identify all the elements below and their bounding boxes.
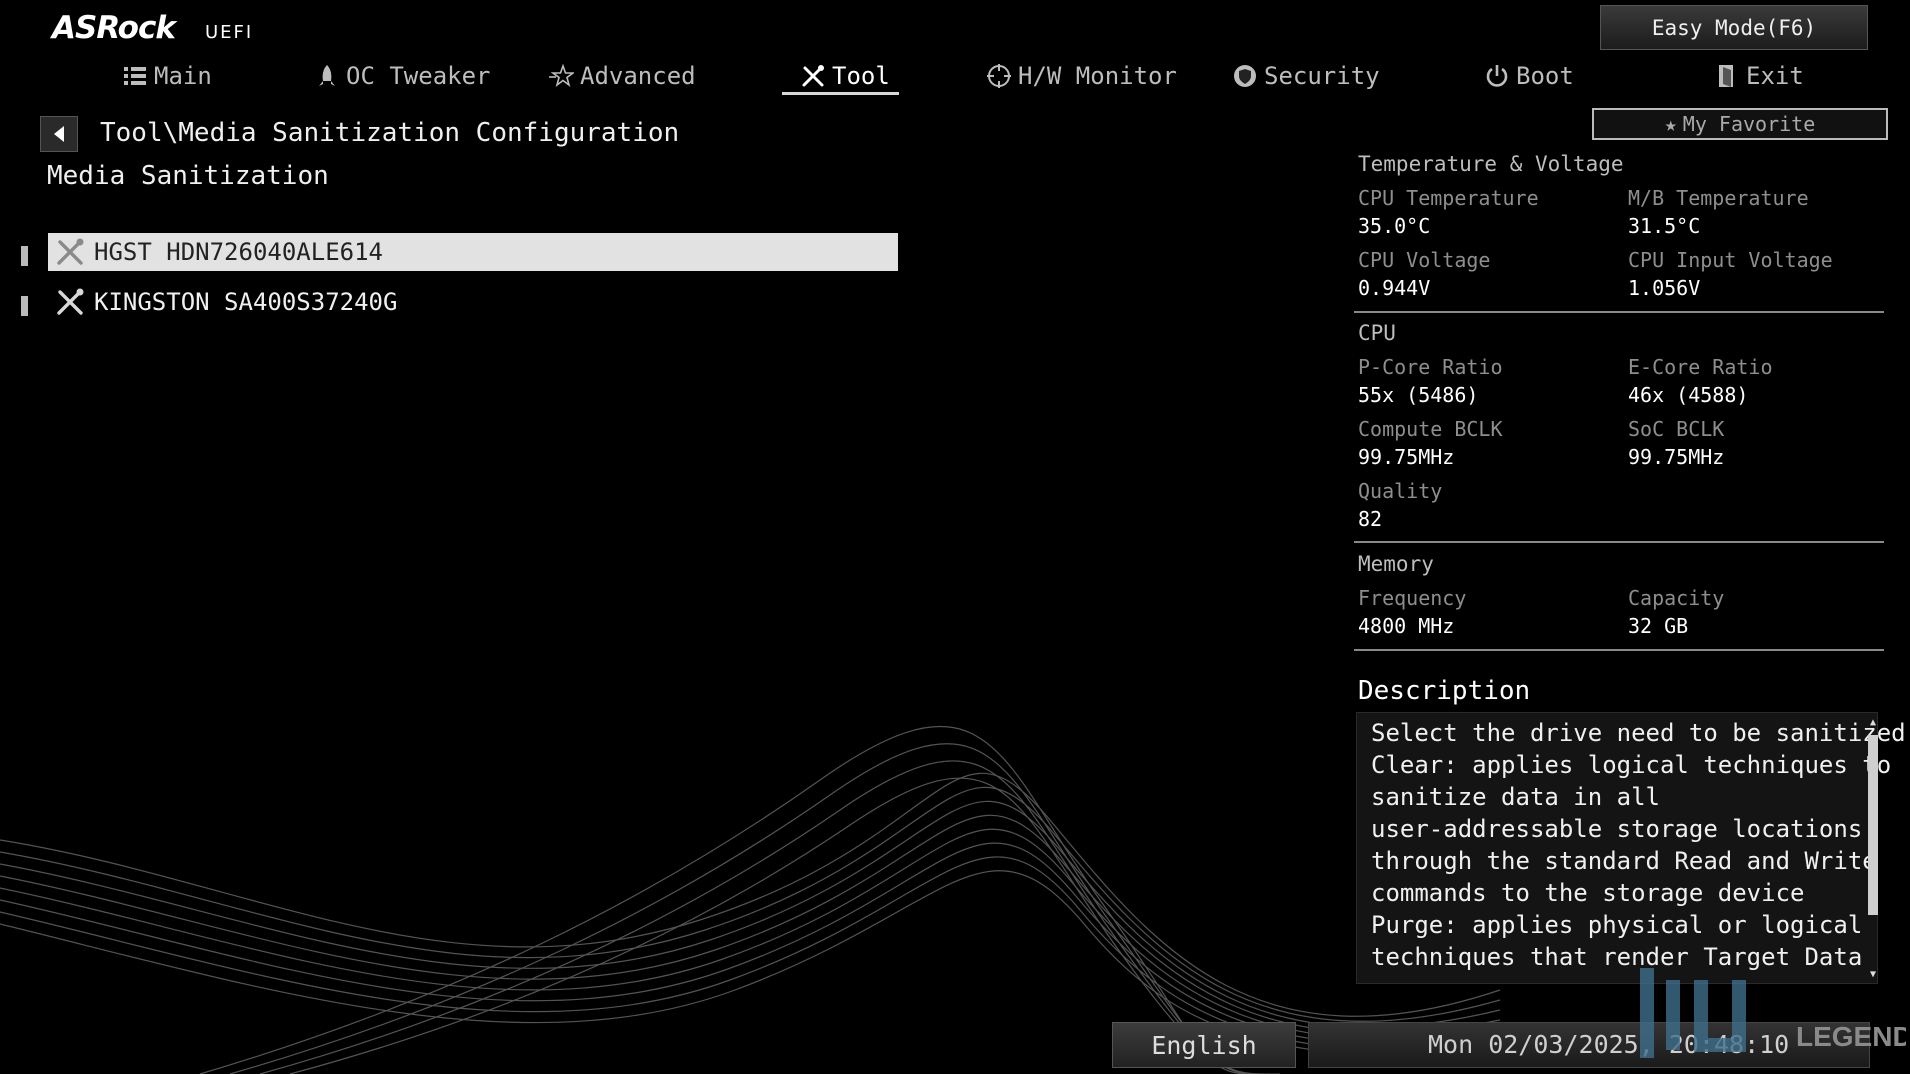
drive-item-kingston[interactable]: KINGSTON SA400S37240G bbox=[48, 283, 898, 321]
quality-label: Quality bbox=[1358, 479, 1443, 503]
cpu-temp-label: CPU Temperature bbox=[1358, 186, 1539, 210]
tab-label: Security bbox=[1264, 62, 1380, 90]
pcore-ratio-label: P-Core Ratio bbox=[1358, 355, 1503, 379]
description-line: Clear: applies logical techniques to bbox=[1371, 751, 1892, 779]
my-favorite-label: My Favorite bbox=[1682, 112, 1816, 136]
frequency-value: 4800 MHz bbox=[1358, 614, 1455, 638]
pcore-ratio-value: 55x (5486) bbox=[1358, 383, 1479, 407]
ecore-ratio-value: 46x (4588) bbox=[1628, 383, 1749, 407]
description-box: Select the drive need to be sanitized Cl… bbox=[1356, 712, 1906, 984]
cpu-voltage-value: 0.944V bbox=[1358, 276, 1431, 300]
tab-advanced[interactable]: Advanced bbox=[548, 56, 696, 96]
tab-hw-monitor[interactable]: H/W Monitor bbox=[986, 56, 1177, 96]
tab-label: Boot bbox=[1516, 62, 1574, 90]
compute-bclk-label: Compute BCLK bbox=[1358, 417, 1503, 441]
page-title: Media Sanitization bbox=[47, 161, 329, 191]
easy-mode-button[interactable]: Easy Mode(F6) bbox=[1600, 5, 1868, 50]
divider bbox=[1354, 649, 1884, 651]
scrollbar-thumb[interactable] bbox=[1868, 735, 1878, 915]
asrock-logo: ASRock bbox=[52, 10, 176, 46]
scroll-up-icon[interactable]: ▲ bbox=[1866, 718, 1880, 728]
back-button[interactable] bbox=[40, 116, 78, 152]
description-line: sanitize data in all bbox=[1371, 783, 1660, 811]
active-tab-indicator bbox=[782, 92, 899, 95]
compute-bclk-value: 99.75MHz bbox=[1358, 445, 1455, 469]
description-line: commands to the storage device bbox=[1371, 879, 1805, 907]
back-arrow-icon bbox=[54, 126, 64, 142]
tab-label: Exit bbox=[1746, 62, 1804, 90]
row-marker bbox=[21, 296, 28, 316]
row-marker bbox=[21, 246, 28, 266]
tab-label: H/W Monitor bbox=[1018, 62, 1177, 90]
tab-label: OC Tweaker bbox=[346, 62, 491, 90]
list-icon bbox=[124, 67, 146, 85]
description-title: Description bbox=[1358, 676, 1531, 706]
divider bbox=[1354, 311, 1884, 313]
language-button[interactable]: English bbox=[1112, 1022, 1296, 1068]
tab-oc-tweaker[interactable]: OC Tweaker bbox=[314, 56, 491, 96]
tab-boot[interactable]: Boot bbox=[1484, 56, 1574, 96]
watermark-text: LEGEND bbox=[1796, 1021, 1906, 1052]
rocket-icon bbox=[319, 65, 335, 86]
power-icon bbox=[1486, 65, 1508, 87]
drive-label: HGST HDN726040ALE614 bbox=[94, 238, 383, 266]
cpu-input-voltage-label: CPU Input Voltage bbox=[1628, 248, 1833, 272]
star-icon: ★ bbox=[1664, 112, 1677, 136]
tab-security[interactable]: Security bbox=[1232, 56, 1380, 96]
memory-title: Memory bbox=[1358, 552, 1434, 576]
mb-temp-label: M/B Temperature bbox=[1628, 186, 1809, 210]
tab-label: Tool bbox=[832, 62, 890, 90]
capacity-label: Capacity bbox=[1628, 586, 1725, 610]
shield-icon bbox=[1234, 65, 1256, 87]
tab-exit[interactable]: Exit bbox=[1714, 56, 1804, 96]
watermark-logo: LEGEND bbox=[1640, 968, 1906, 1058]
ecore-ratio-label: E-Core Ratio bbox=[1628, 355, 1773, 379]
tab-tool[interactable]: Tool bbox=[800, 56, 890, 96]
star-icon bbox=[549, 63, 574, 88]
tab-label: Advanced bbox=[580, 62, 696, 90]
my-favorite-button[interactable]: ★ My Favorite bbox=[1592, 108, 1888, 140]
description-line: Purge: applies physical or logical bbox=[1371, 911, 1863, 939]
description-line: Select the drive need to be sanitized bbox=[1371, 719, 1906, 747]
cpu-title: CPU bbox=[1358, 321, 1396, 345]
drive-item-hgst[interactable]: HGST HDN726040ALE614 bbox=[48, 233, 898, 271]
tools-icon bbox=[802, 65, 824, 87]
description-line: through the standard Read and Write bbox=[1371, 847, 1877, 875]
uefi-label: UEFI bbox=[205, 22, 254, 43]
temp-voltage-title: Temperature & Voltage bbox=[1358, 152, 1624, 176]
soc-bclk-value: 99.75MHz bbox=[1628, 445, 1725, 469]
divider bbox=[1354, 541, 1884, 543]
soc-bclk-label: SoC BCLK bbox=[1628, 417, 1725, 441]
mb-temp-value: 31.5°C bbox=[1628, 214, 1701, 238]
tools-icon bbox=[57, 238, 84, 265]
tools-icon bbox=[57, 288, 84, 315]
cpu-temp-value: 35.0°C bbox=[1358, 214, 1431, 238]
tab-main[interactable]: Main bbox=[122, 56, 212, 96]
breadcrumb: Tool\Media Sanitization Configuration bbox=[100, 118, 680, 148]
frequency-label: Frequency bbox=[1358, 586, 1467, 610]
cpu-voltage-label: CPU Voltage bbox=[1358, 248, 1491, 272]
drive-label: KINGSTON SA400S37240G bbox=[94, 288, 398, 316]
tab-label: Main bbox=[154, 62, 212, 90]
cpu-input-voltage-value: 1.056V bbox=[1628, 276, 1701, 300]
capacity-value: 32 GB bbox=[1628, 614, 1689, 638]
quality-value: 82 bbox=[1358, 507, 1383, 531]
exit-icon bbox=[1719, 65, 1733, 87]
description-line: user-addressable storage locations bbox=[1371, 815, 1863, 843]
crosshair-icon bbox=[987, 64, 1011, 88]
